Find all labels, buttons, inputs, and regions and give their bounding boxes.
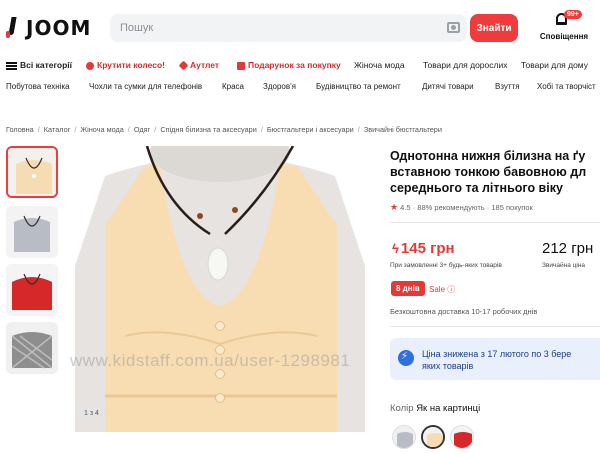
breadcrumb-item[interactable]: Жіноча мода: [80, 125, 123, 134]
nav-label: Подарунок за покупку: [248, 60, 341, 70]
star-icon: ★: [390, 202, 399, 212]
nav-gift[interactable]: Подарунок за покупку: [237, 60, 341, 70]
lightning-badge-icon: [398, 350, 414, 366]
regular-price-note: Звичайна ціна: [542, 262, 586, 269]
swatch-image: [393, 426, 415, 448]
regular-price: 212 грн: [542, 240, 594, 257]
price-drop-line: Ціна знижена з 17 лютого по 3 бере: [422, 349, 572, 359]
divider: [390, 326, 600, 327]
price-drop-line: яких товарів: [422, 361, 474, 371]
product-photo: [65, 146, 375, 432]
nav-outlet[interactable]: Аутлет: [178, 60, 220, 71]
days-left-badge: 8 днів: [391, 281, 425, 296]
promo-price-note: При замовленні 3+ будь-яких товарів: [390, 262, 502, 269]
breadcrumb-item[interactable]: Головна: [6, 125, 34, 134]
breadcrumb-item[interactable]: Спідня білизна та аксесуари: [160, 125, 257, 134]
nav-secondary: Побутова техніка Чохли та сумки для теле…: [0, 82, 600, 96]
swatch-image: [451, 426, 473, 448]
color-label: Колір Як на картинці: [390, 403, 480, 414]
nav-home[interactable]: Товари для дому: [521, 60, 588, 70]
nav-primary: Всі категорії Крутити колесо! Аутлет Под…: [0, 60, 600, 76]
color-swatch-red[interactable]: [450, 425, 474, 449]
color-swatch-gray[interactable]: [392, 425, 416, 449]
lightning-icon: ϟ: [392, 241, 399, 256]
search-input[interactable]: [110, 14, 440, 42]
camera-icon[interactable]: [447, 22, 460, 33]
sale-text: Sale: [429, 285, 446, 294]
breadcrumb-item[interactable]: Звичайні бюстгальтери: [364, 125, 442, 134]
nav-phone-cases[interactable]: Чохли та сумки для телефонів: [89, 82, 202, 91]
nav-construction[interactable]: Будівництво та ремонт: [316, 82, 401, 91]
breadcrumb-item[interactable]: Одяг: [134, 125, 150, 134]
header: JOOM Знайти 99+ Сповіщення: [0, 0, 600, 54]
thumbnail-red[interactable]: [6, 264, 58, 316]
color-value: Як на картинці: [416, 403, 481, 414]
nav-all-categories[interactable]: Всі категорії: [6, 60, 72, 70]
info-icon: ⓘ: [447, 285, 456, 294]
nav-hobby[interactable]: Хобі та творчіст: [537, 82, 596, 91]
nav-label: Всі категорії: [20, 60, 73, 70]
wheel-icon: [86, 61, 94, 70]
nav-spin-wheel[interactable]: Крутити колесо!: [86, 60, 165, 70]
rating-row: ★ 4.5 · 88% рекомендують · 185 покупок: [390, 202, 533, 212]
price-drop-banner: Ціна знижена з 17 лютого по 3 бере яких …: [390, 338, 600, 380]
nav-beauty[interactable]: Краса: [222, 82, 244, 91]
gift-icon: [237, 61, 245, 70]
nav-shoes[interactable]: Взуття: [495, 82, 520, 91]
swatch-image: [423, 427, 443, 447]
thumbnail-image: [8, 148, 56, 196]
promo-price-value: 145 грн: [400, 240, 455, 257]
recommend-text[interactable]: 88% рекомендують: [417, 203, 484, 212]
purchases-text: 185 покупок: [491, 203, 533, 212]
search-box: [110, 14, 467, 42]
notification-badge: 99+: [564, 10, 582, 19]
nav-womens-fashion[interactable]: Жіноча мода: [354, 60, 405, 70]
color-swatch-beige[interactable]: [421, 425, 445, 449]
image-counter: 1 з 4: [78, 408, 105, 419]
menu-icon: [6, 61, 17, 70]
color-key: Колір: [390, 403, 414, 414]
nav-health[interactable]: Здоров'я: [263, 82, 296, 91]
breadcrumb-item[interactable]: Каталог: [44, 125, 71, 134]
product-title: Однотонна нижня білизна на ґу вставною т…: [390, 148, 600, 196]
nav-label: Аутлет: [190, 60, 220, 70]
watermark: www.kidstaff.com.ua/user-1298981: [70, 351, 351, 370]
sale-label[interactable]: Sale ⓘ: [429, 284, 455, 295]
thumbnail-beige[interactable]: [6, 146, 58, 198]
price-drop-text: Ціна знижена з 17 лютого по 3 бере яких …: [422, 348, 571, 372]
notifications-label: Сповіщення: [539, 32, 589, 41]
breadcrumb-item[interactable]: Бюстгальтери і аксесуари: [267, 125, 354, 134]
delivery-info: Безкоштовна доставка 10-17 робочих днів: [390, 307, 538, 316]
main-product-image[interactable]: www.kidstaff.com.ua/user-1298981: [65, 146, 375, 432]
nav-adult[interactable]: Товари для дорослих: [423, 60, 507, 70]
promo-price: ϟ 145 грн: [392, 240, 455, 257]
notifications[interactable]: 99+ Сповіщення: [534, 10, 594, 44]
product-title-line: вставною тонкою бавовною дл: [390, 165, 587, 179]
breadcrumb: Головна / Каталог / Жіноча мода / Одяг / Спі…: [6, 125, 442, 134]
nav-appliances[interactable]: Побутова техніка: [6, 82, 70, 91]
thumbnail-image: [6, 322, 58, 374]
thumbnail-gray[interactable]: [6, 206, 58, 258]
product-title-line: середнього та літнього віку: [390, 181, 563, 195]
divider: [390, 222, 600, 223]
joom-logo[interactable]: JOOM: [6, 16, 91, 40]
brand-name: JOOM: [26, 16, 92, 40]
rating-value: 4.5: [400, 203, 411, 212]
search-button[interactable]: Знайти: [470, 14, 518, 42]
tag-icon: [178, 60, 189, 71]
nav-kids[interactable]: Дитячі товари: [422, 82, 474, 91]
thumbnail-image: [6, 206, 58, 258]
thumbnail-pattern[interactable]: [6, 322, 58, 374]
nav-label: Крутити колесо!: [97, 60, 166, 70]
thumbnail-image: [6, 264, 58, 316]
joom-logo-icon: [6, 17, 16, 39]
product-title-line: Однотонна нижня білизна на ґу: [390, 149, 586, 163]
